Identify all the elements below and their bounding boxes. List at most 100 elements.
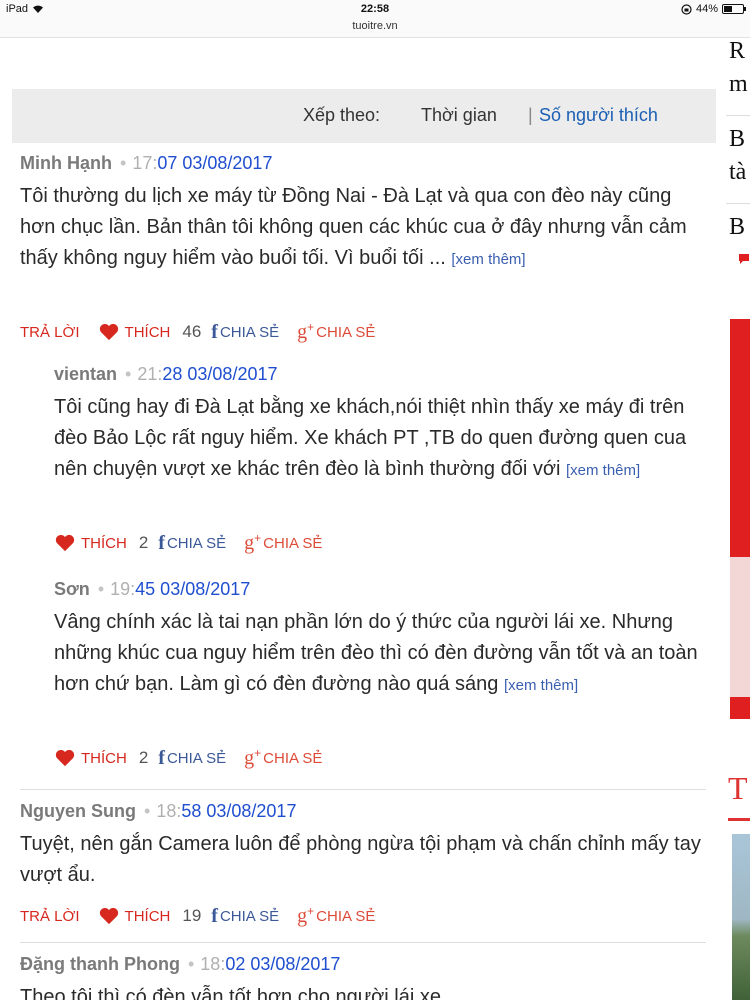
share-gplus-button[interactable]: g + CHIA SẺ [297,904,375,927]
heart-icon [55,749,75,767]
gplus-icon: g [297,320,308,343]
facebook-icon: f [158,746,165,769]
read-more-link[interactable]: [xem thêm] [504,677,578,694]
share-gplus-button[interactable]: g + CHIA SẺ [244,746,323,769]
comment-text: Theo tôi thì có đèn vẫn tốt hơn cho ngườ… [20,986,447,1000]
heart-icon [99,323,118,341]
separator-dot: • [125,364,132,384]
sort-by-time[interactable]: Thời gian [421,105,497,126]
separator-dot: • [97,579,105,599]
sidebar-headline-fragment[interactable]: m [729,71,748,98]
comment-time-rest: 02 03/08/2017 [225,954,341,974]
gplus-plus-icon: + [254,746,262,760]
share-gplus-label: CHIA SẺ [316,323,376,341]
comment-divider [20,942,706,943]
sidebar-ad-panel [730,557,750,697]
comment-author[interactable]: vientan [54,364,117,384]
comment-actions: THÍCH 2 f CHIA SẺ g + CHIA SẺ [54,531,323,554]
share-gplus-button[interactable]: g + CHIA SẺ [244,531,323,553]
comment: Đặng thanh Phong • 18:02 03/08/2017 Theo t… [20,954,710,1000]
sort-bar: Xếp theo: Thời gian | Số người thích [12,89,716,143]
like-count: 46 [182,322,202,341]
separator-dot: • [144,801,151,821]
heart-icon [99,907,118,925]
like-button[interactable]: THÍCH [98,323,171,341]
reply-comment: Sơn • 19:45 03/08/2017 Vâng chính xác là t… [54,579,704,701]
like-label: THÍCH [81,534,127,552]
comment-time-rest: 58 03/08/2017 [181,801,297,821]
comment-time-hour: 18: [200,954,226,974]
comment-time-hour: 17: [132,153,158,173]
comment-body: Tuyệt, nên gắn Camera luôn để phòng ngừa… [20,829,710,891]
share-facebook-label: CHIA SẺ [219,907,280,925]
sidebar-photo[interactable] [732,834,750,1000]
comment-author[interactable]: Minh Hạnh [20,153,112,173]
sidebar-headline-fragment[interactable]: tà [729,159,746,186]
orientation-lock-icon [681,3,692,15]
share-facebook-button[interactable]: f CHIA SẺ [158,746,226,769]
comment-time-hour: 18: [156,801,182,821]
reply-button[interactable]: TRẢ LỜI [20,324,80,341]
like-button[interactable]: THÍCH [54,534,127,552]
like-count: 2 [138,748,149,767]
comment-header: Minh Hạnh • 17:07 03/08/2017 [20,153,710,174]
comment-text: Vâng chính xác là tai nạn phần lớn do ý … [54,611,698,695]
sidebar-section-title[interactable]: T [728,770,748,807]
comment-header: vientan • 21:28 03/08/2017 [54,364,704,385]
facebook-icon: f [211,320,218,343]
share-facebook-label: CHIA SẺ [166,534,227,552]
like-label: THÍCH [81,749,127,767]
read-more-link[interactable]: [xem thêm] [566,462,640,479]
comment-time-rest: 28 03/08/2017 [162,364,278,384]
gplus-plus-icon: + [307,904,315,918]
comment-actions: THÍCH 2 f CHIA SẺ g + CHIA SẺ [54,746,323,769]
share-gplus-label: CHIA SẺ [263,749,323,767]
reply-button[interactable]: TRẢ LỜI [20,908,80,925]
comment-divider [20,789,706,790]
share-facebook-button[interactable]: f CHIA SẺ [158,531,227,554]
comment-body: Vâng chính xác là tai nạn phần lớn do ý … [54,607,704,701]
comment-author[interactable]: Sơn [54,579,90,599]
comment-author[interactable]: Nguyen Sung [20,801,136,821]
sidebar-headline-fragment[interactable]: R [729,38,745,65]
gplus-icon: g [297,904,308,927]
comment-body: Theo tôi thì có đèn vẫn tốt hơn cho ngườ… [20,982,710,1000]
read-more-link[interactable]: [xem thêm] [451,251,525,268]
gplus-plus-icon: + [254,531,262,545]
sidebar-divider [726,115,750,116]
share-gplus-button[interactable]: g + CHIA SẺ [297,320,376,343]
share-facebook-button[interactable]: f CHIA SẺ [211,320,279,343]
comment-bubble-icon [739,254,749,264]
sort-by-likes[interactable]: Số người thích [539,105,658,126]
like-count: 19 [182,906,202,925]
comment-header: Sơn • 19:45 03/08/2017 [54,579,704,600]
gplus-plus-icon: + [307,320,315,334]
share-facebook-button[interactable]: f CHIA SẺ [211,904,280,927]
comment-time-rest: 07 03/08/2017 [157,153,273,173]
address-bar-url[interactable]: tuoitre.vn [0,20,750,32]
comment-author[interactable]: Đặng thanh Phong [20,954,180,974]
like-button[interactable]: THÍCH [98,907,171,925]
sidebar-divider [726,203,750,204]
right-sidebar: R m B tà B T [726,38,750,1000]
gplus-icon: g [244,746,255,769]
sidebar-headline-fragment[interactable]: B [729,214,745,241]
facebook-icon: f [158,531,165,554]
facebook-icon: f [211,904,218,927]
comment-time-hour: 21: [137,364,163,384]
sidebar-section-underline [728,818,750,821]
like-button[interactable]: THÍCH [54,749,127,767]
comment: Nguyen Sung • 18:58 03/08/2017 Tuyệt, nên … [20,801,710,891]
like-label: THÍCH [124,907,171,925]
status-time: 22:58 [360,3,390,15]
like-label: THÍCH [124,323,171,341]
comment-text: Tuyệt, nên gắn Camera luôn để phòng ngừa… [20,833,701,886]
reply-comment: vientan • 21:28 03/08/2017 Tôi cũng hay đi… [54,364,704,486]
share-gplus-label: CHIA SẺ [263,534,323,552]
sort-separator: | [528,105,533,125]
comment-text: Tôi thường du lịch xe máy từ Đồng Nai - … [20,185,687,269]
heart-icon [55,534,75,552]
comment-body: Tôi cũng hay đi Đà Lạt bằng xe khách,nói… [54,392,704,486]
sidebar-headline-fragment[interactable]: B [729,126,745,153]
comment-actions: TRẢ LỜI THÍCH 19 f CHIA SẺ g + CHIA SẺ [20,904,375,927]
